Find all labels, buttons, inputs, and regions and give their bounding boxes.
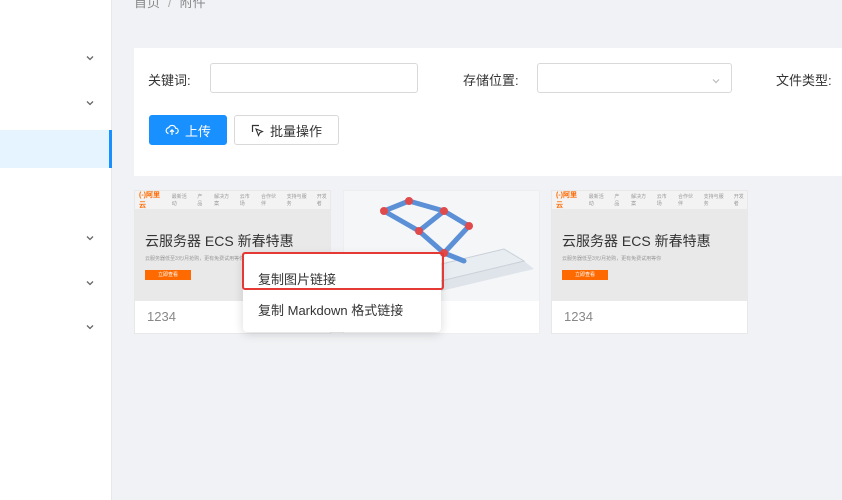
aliyun-logo: (-)阿里云 <box>139 192 160 209</box>
thumb-nav-item: 开发者 <box>733 194 744 207</box>
thumb-nav-item: 解决方案 <box>214 194 230 207</box>
chevron-down-icon[interactable] <box>84 52 96 64</box>
aliyun-logo: (-)阿里云 <box>556 192 577 209</box>
attachment-caption: 1234 <box>564 309 593 324</box>
thumb-title: 云服务器 ECS 新春特惠 <box>562 233 711 249</box>
keyword-label: 关键词: <box>148 73 191 88</box>
thumb-cta: 立即查看 <box>145 270 191 280</box>
storage-label: 存储位置: <box>463 73 519 88</box>
breadcrumb-current: 附件 <box>179 0 206 10</box>
thumb-nav-item: 支持与服务 <box>703 194 724 207</box>
breadcrumb-separator: / <box>168 0 172 10</box>
thumb-header: (-)阿里云 最新活动 产品 解决方案 云市场 合作伙伴 支持与服务 开发者 <box>552 191 747 209</box>
thumb-nav-item: 合作伙伴 <box>678 194 694 207</box>
upload-button[interactable]: 上传 <box>149 115 227 145</box>
attachment-caption: 1234 <box>147 309 176 324</box>
storage-select[interactable] <box>537 63 732 93</box>
thumb-header: (-)阿里云 最新活动 产品 解决方案 云市场 合作伙伴 支持与服务 开发者 <box>135 191 330 209</box>
thumb-nav-item: 产品 <box>197 194 203 207</box>
upload-label: 上传 <box>184 123 211 139</box>
upload-icon <box>165 124 179 136</box>
breadcrumb-home[interactable]: 首页 <box>134 0 160 10</box>
chevron-down-icon[interactable] <box>84 97 96 109</box>
thumb-nav-item: 合作伙伴 <box>261 194 277 207</box>
keyword-input[interactable] <box>210 63 418 93</box>
chevron-down-icon[interactable] <box>84 321 96 333</box>
sidebar-item-active[interactable] <box>0 130 112 168</box>
batch-operation-button[interactable]: 批量操作 <box>234 115 339 145</box>
thumb-cta: 立即查看 <box>562 270 608 280</box>
batch-operation-label: 批量操作 <box>269 123 322 139</box>
thumb-title: 云服务器 ECS 新春特惠 <box>145 233 294 249</box>
thumb-nav-item: 产品 <box>614 194 620 207</box>
thumb-nav-item: 最新活动 <box>171 194 187 207</box>
thumb-nav-item: 最新活动 <box>588 194 604 207</box>
menu-item-copy-markdown-link[interactable]: 复制 Markdown 格式链接 <box>258 300 403 319</box>
attachment-thumbnail: (-)阿里云 最新活动 产品 解决方案 云市场 合作伙伴 支持与服务 开发者 云… <box>552 191 747 301</box>
breadcrumb: 首页 / 附件 <box>134 0 206 11</box>
attachment-card[interactable]: (-)阿里云 最新活动 产品 解决方案 云市场 合作伙伴 支持与服务 开发者 云… <box>551 190 748 334</box>
filter-panel: 关键词: 存储位置: 文件类型: 上传 批量操作 <box>134 48 842 176</box>
sidebar <box>0 0 112 500</box>
chevron-down-icon[interactable] <box>84 277 96 289</box>
thumb-nav-item: 支持与服务 <box>286 194 307 207</box>
filetype-label: 文件类型: <box>776 73 832 88</box>
highlight-box <box>242 252 444 290</box>
thumb-nav-item: 云市场 <box>656 194 667 207</box>
thumb-nav-item: 解决方案 <box>631 194 647 207</box>
chevron-down-icon[interactable] <box>84 232 96 244</box>
chevron-down-icon <box>711 73 721 84</box>
thumb-subtitle: 云服务器低至3元/月抢购，更有免费试用等你 <box>562 256 662 262</box>
thumb-nav-item: 云市场 <box>239 194 250 207</box>
select-icon <box>251 124 264 137</box>
thumb-nav-item: 开发者 <box>316 194 327 207</box>
